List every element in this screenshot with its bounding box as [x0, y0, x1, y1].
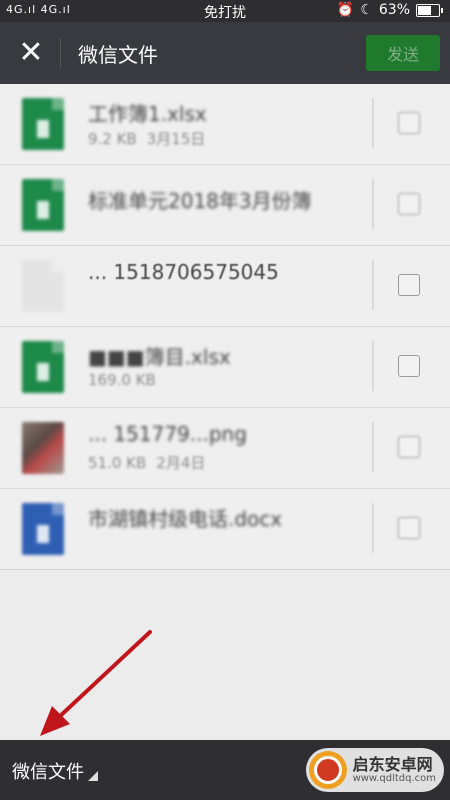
file-name: 市湖镇村级电话.docx: [88, 507, 283, 531]
file-date: 2月4日: [156, 454, 206, 472]
row-divider: [372, 503, 374, 553]
excel-file-icon: [22, 179, 64, 231]
file-name: ■■■簿目.xlsx: [88, 345, 231, 369]
battery-fill: [418, 5, 431, 15]
list-item[interactable]: ... 1518706575045: [0, 246, 450, 327]
file-checkbox[interactable]: [398, 274, 420, 296]
row-divider: [372, 179, 374, 229]
page-title: 微信文件: [78, 43, 158, 67]
file-checkbox[interactable]: [398, 436, 420, 458]
row-divider: [372, 98, 374, 148]
row-divider: [372, 260, 374, 310]
file-name: 标准单元2018年3月份簿: [88, 189, 312, 213]
file-size: 51.0 KB: [88, 454, 147, 472]
file-size: 9.2 KB: [88, 130, 137, 148]
send-button[interactable]: 发送: [366, 35, 440, 71]
file-checkbox[interactable]: [398, 355, 420, 377]
list-item[interactable]: 市湖镇村级电话.docx: [0, 489, 450, 570]
file-checkbox[interactable]: [398, 112, 420, 134]
moon-icon: ☾: [360, 2, 373, 18]
dropdown-triangle-icon: [88, 771, 98, 781]
list-item[interactable]: ■■■簿目.xlsx 169.0 KB: [0, 327, 450, 408]
alarm-icon: ⏰: [336, 2, 355, 18]
battery-percent: 63%: [378, 2, 410, 18]
file-meta: 9.2 KB 3月15日: [88, 128, 215, 149]
file-checkbox[interactable]: [398, 517, 420, 539]
file-name: ... 1518706575045: [88, 260, 279, 284]
file-meta: [88, 209, 108, 227]
row-divider: [372, 422, 374, 472]
image-thumbnail-icon: [22, 422, 64, 474]
close-icon[interactable]: ✕: [14, 36, 48, 70]
excel-file-icon: [22, 98, 64, 150]
row-divider: [372, 341, 374, 391]
file-source-label: 微信文件: [12, 762, 84, 783]
excel-file-icon: [22, 341, 64, 393]
status-bar: 4G.ıl 4G.ıl 免打扰 ⏰ ☾ 63%: [0, 0, 450, 22]
list-item[interactable]: ... 151779...png 51.0 KB 2月4日: [0, 408, 450, 489]
file-meta: 51.0 KB 2月4日: [88, 452, 215, 473]
list-item[interactable]: 工作簿1.xlsx 9.2 KB 3月15日: [0, 84, 450, 165]
file-meta: 169.0 KB: [88, 371, 176, 389]
header-divider: [60, 38, 61, 68]
file-meta: [88, 290, 108, 308]
file-checkbox[interactable]: [398, 193, 420, 215]
file-source-selector[interactable]: 微信文件: [12, 758, 98, 784]
watermark-icon: [308, 751, 347, 789]
file-date: 3月15日: [146, 130, 206, 148]
app-header: ✕ 微信文件 发送: [0, 22, 450, 84]
file-size: 169.0 KB: [88, 371, 156, 389]
battery-icon: [416, 3, 443, 17]
file-list: 工作簿1.xlsx 9.2 KB 3月15日 标准单元2018年3月份簿 ... …: [0, 84, 450, 570]
file-meta: [88, 533, 108, 551]
generic-file-icon: [22, 260, 64, 312]
watermark-url: www.qdltdq.com: [352, 773, 436, 785]
list-item[interactable]: 标准单元2018年3月份簿: [0, 165, 450, 246]
file-name: ... 151779...png: [88, 422, 247, 446]
status-right: ⏰ ☾ 63%: [336, 2, 443, 18]
watermark-logo: 启东安卓网 www.qdltdq.com: [305, 748, 444, 792]
word-file-icon: [22, 503, 64, 555]
file-name: 工作簿1.xlsx: [88, 102, 207, 126]
watermark-text: 启东安卓网 www.qdltdq.com: [353, 756, 436, 785]
watermark-title: 启东安卓网: [352, 754, 433, 774]
bottom-bar: 微信文件 启东安卓网 www.qdltdq.com: [0, 740, 450, 800]
